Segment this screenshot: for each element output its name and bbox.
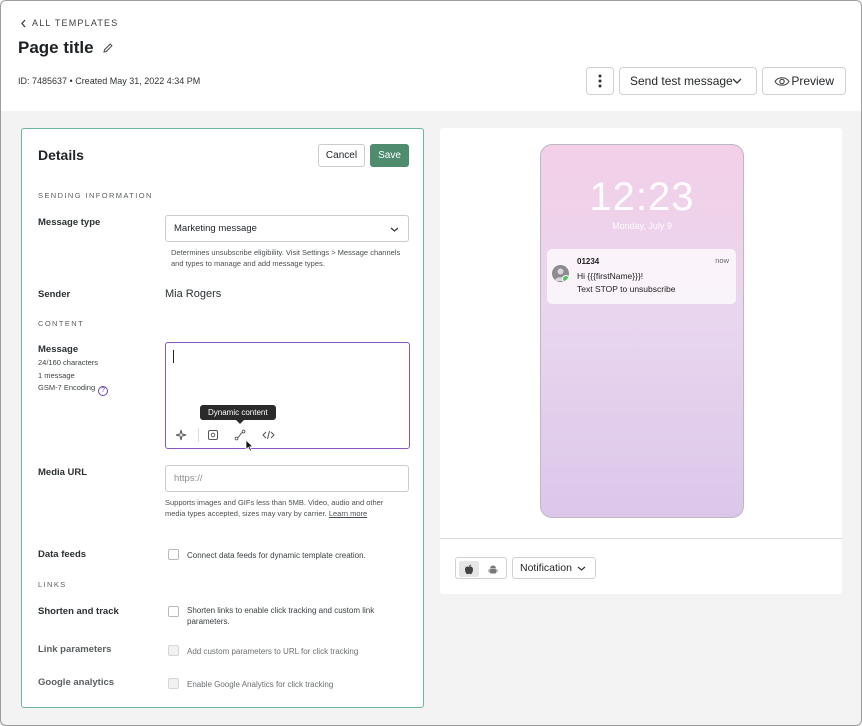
android-icon	[488, 565, 498, 573]
content-heading: CONTENT	[38, 319, 85, 328]
message-editor[interactable]	[165, 342, 410, 449]
eye-icon	[774, 77, 790, 86]
braces-icon	[208, 430, 218, 440]
shorten-track-checkbox[interactable]	[168, 606, 179, 617]
page-header: ALL TEMPLATES Page title ID: 7485637 • C…	[1, 1, 861, 111]
google-analytics-checkbox[interactable]	[168, 678, 179, 689]
sparkle-icon	[175, 429, 187, 441]
preview-label: Preview	[791, 74, 834, 88]
insert-variable-button[interactable]	[205, 427, 221, 443]
preview-view-value: Notification	[520, 562, 572, 574]
lockscreen-date: Monday, July 9	[612, 221, 672, 231]
apple-icon	[465, 564, 473, 574]
message-label: Message	[38, 344, 79, 355]
details-panel: Details Cancel Save SENDING INFORMATION …	[21, 128, 424, 708]
data-feeds-text: Connect data feeds for dynamic template …	[187, 551, 366, 560]
help-icon[interactable]: ?	[98, 386, 109, 397]
chevron-down-icon	[390, 227, 399, 232]
notification-sender: 01234	[577, 257, 600, 266]
sending-information-heading: SENDING INFORMATION	[38, 191, 153, 200]
sender-label: Sender	[38, 289, 71, 300]
link-parameters-text: Add custom parameters to URL for click t…	[187, 647, 359, 656]
encoding-line: GSM-7 Encoding?	[38, 382, 109, 397]
message-stats: 24/160 characters 1 message GSM-7 Encodi…	[38, 357, 109, 397]
cancel-button[interactable]: Cancel	[318, 144, 365, 167]
data-feeds-checkbox[interactable]	[168, 549, 179, 560]
more-options-button[interactable]	[586, 67, 614, 95]
notification-line-1: Hi {{{firstName}}}!	[577, 271, 644, 281]
shorten-track-label: Shorten and track	[38, 606, 119, 617]
link-parameters-checkbox[interactable]	[168, 645, 179, 656]
shorten-track-text: Shorten links to enable click tracking a…	[187, 606, 375, 626]
link-parameters-label: Link parameters	[38, 644, 112, 655]
code-icon	[261, 430, 275, 440]
send-test-message-button[interactable]: Send test message	[619, 67, 757, 95]
platform-toggle	[455, 557, 507, 579]
pencil-icon[interactable]	[102, 42, 114, 54]
message-count: 1 message	[38, 370, 75, 380]
kebab-icon	[598, 74, 602, 88]
sms-notification: 01234 now Hi {{{firstName}}}! Text STOP …	[547, 249, 736, 304]
data-feeds-label: Data feeds	[38, 549, 87, 560]
message-type-help: Determines unsubscribe eligibility. Visi…	[171, 248, 401, 268]
android-toggle-button[interactable]	[483, 561, 503, 577]
avatar	[552, 265, 569, 282]
learn-more-link[interactable]: Learn more	[329, 509, 367, 518]
notification-time: now	[715, 256, 729, 265]
notification-line-2: Text STOP to unsubscribe	[577, 284, 676, 294]
preview-divider	[440, 538, 842, 539]
chevron-down-icon	[732, 78, 742, 84]
save-button[interactable]: Save	[370, 144, 409, 167]
send-test-label: Send test message	[630, 74, 733, 88]
media-url-placeholder: https://	[174, 473, 203, 484]
sender-value: Mia Rogers	[165, 288, 222, 300]
page-title-text: Page title	[18, 38, 94, 57]
links-heading: LINKS	[38, 580, 67, 589]
media-url-label: Media URL	[38, 467, 88, 478]
phone-mockup: 12:23 Monday, July 9 01234 now Hi {{{fir…	[540, 144, 744, 518]
google-analytics-label: Google analytics	[38, 677, 115, 688]
chevron-down-icon	[577, 566, 586, 571]
media-url-help: Supports images and GIFs less than 5MB. …	[165, 498, 401, 519]
message-type-value: Marketing message	[174, 223, 257, 234]
encoding-text: GSM-7 Encoding	[38, 383, 96, 392]
mouse-cursor-icon	[245, 439, 254, 452]
back-to-templates-link[interactable]: ALL TEMPLATES	[20, 18, 118, 28]
message-type-select[interactable]: Marketing message	[165, 215, 409, 242]
preview-button[interactable]: Preview	[762, 67, 846, 95]
ios-toggle-button[interactable]	[459, 561, 479, 577]
app-window: ALL TEMPLATES Page title ID: 7485637 • C…	[0, 0, 862, 726]
notification-body: Hi {{{firstName}}}! Text STOP to unsubsc…	[577, 270, 675, 296]
dynamic-content-tooltip: Dynamic content	[200, 405, 276, 424]
code-button[interactable]	[260, 427, 276, 443]
media-url-input[interactable]: https://	[165, 465, 409, 492]
toolbar-divider	[198, 428, 199, 442]
page-title: Page title	[18, 38, 114, 58]
details-title: Details	[38, 147, 84, 163]
chevron-left-icon	[21, 19, 26, 27]
online-badge	[562, 275, 569, 282]
preview-panel: 12:23 Monday, July 9 01234 now Hi {{{fir…	[440, 128, 842, 594]
ai-assist-button[interactable]	[173, 427, 189, 443]
char-count: 24/160 characters	[38, 358, 99, 367]
text-caret	[173, 350, 174, 363]
lockscreen-time: 12:23	[589, 175, 695, 219]
preview-view-select[interactable]: Notification	[512, 557, 596, 579]
back-label: ALL TEMPLATES	[32, 18, 119, 28]
message-type-label: Message type	[38, 217, 101, 228]
template-meta: ID: 7485637 • Created May 31, 2022 4:34 …	[18, 76, 201, 86]
google-analytics-text: Enable Google Analytics for click tracki…	[187, 680, 334, 689]
